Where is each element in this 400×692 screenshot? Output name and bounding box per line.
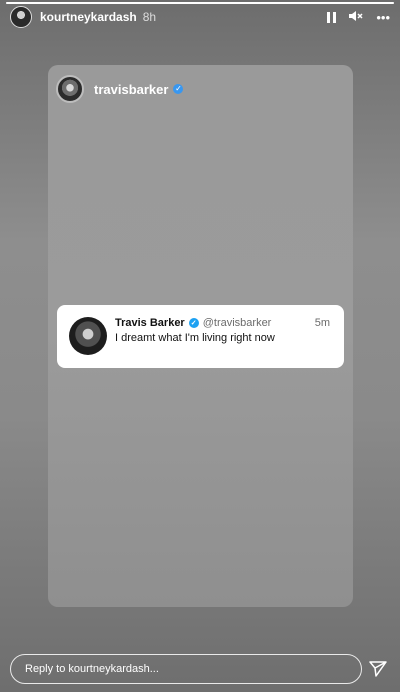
tweet-handle: @travisbarker xyxy=(202,317,272,329)
tweet-avatar xyxy=(69,317,107,355)
tweet-author-name: Travis Barker xyxy=(115,317,185,329)
verified-badge-icon: ✓ xyxy=(173,84,184,94)
tweet-text: I dreamt what I'm living right now xyxy=(115,332,275,344)
tweet-time: 5m xyxy=(314,317,330,329)
tweet-author-line: Travis Barker ✓ @travisbarker xyxy=(115,317,271,329)
card-author-avatar[interactable] xyxy=(56,75,84,103)
more-options-icon[interactable]: ••• xyxy=(376,11,390,24)
reply-input[interactable]: Reply to kourtneykardash... xyxy=(10,654,362,684)
tweet-card[interactable]: Travis Barker ✓ @travisbarker 5m I dream… xyxy=(57,305,344,368)
send-icon[interactable] xyxy=(368,659,388,679)
story-username[interactable]: kourtneykardash xyxy=(40,10,137,24)
avatar[interactable] xyxy=(10,6,32,28)
reply-placeholder: Reply to kourtneykardash... xyxy=(25,663,159,675)
story-header: kourtneykardash 8h ••• xyxy=(10,4,390,30)
muted-speaker-icon[interactable] xyxy=(348,10,364,24)
card-author-name[interactable]: travisbarker xyxy=(94,82,168,97)
pause-icon[interactable] xyxy=(327,11,337,23)
story-controls: ••• xyxy=(327,10,390,24)
tweet-verified-icon: ✓ xyxy=(188,318,199,328)
card-author[interactable]: travisbarker ✓ xyxy=(56,75,184,103)
story-time: 8h xyxy=(142,10,157,24)
